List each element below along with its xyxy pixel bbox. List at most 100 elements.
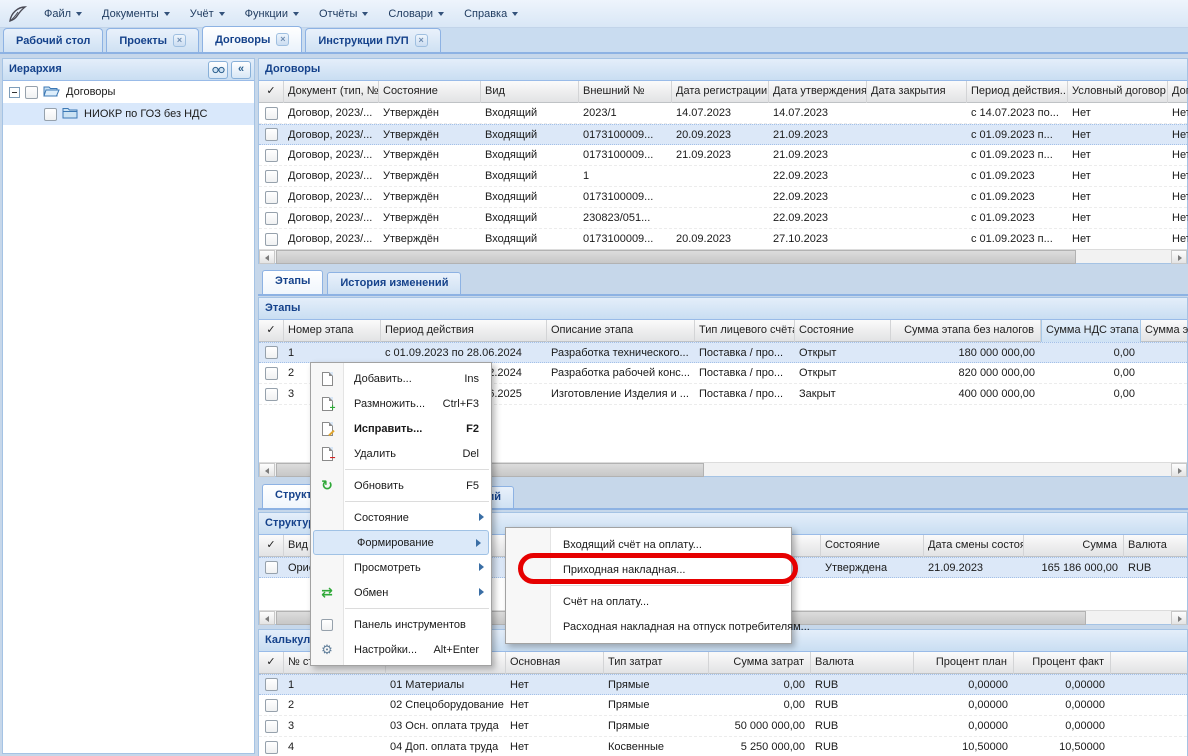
column-header[interactable]: Дог [1168,81,1188,103]
scroll-left-icon[interactable] [259,250,275,264]
menu-item-outgoing-note[interactable]: Расходная накладная на отпуск потребител… [506,614,791,639]
menubar-item[interactable]: Справка [454,4,528,24]
menubar-item[interactable]: Учёт [180,4,235,24]
row-checkbox[interactable] [265,678,278,691]
row-checkbox[interactable] [265,191,278,204]
row-checkbox[interactable] [265,561,278,574]
menubar-item[interactable]: Отчёты [309,4,378,24]
menu-item-state[interactable]: Состояние [311,505,491,530]
row-checkbox[interactable] [265,346,278,359]
row-checkbox[interactable] [265,170,278,183]
table-row[interactable]: 1с 01.09.2023 по 28.06.2024Разработка те… [259,342,1187,363]
row-checkbox[interactable] [265,212,278,225]
table-row[interactable]: Договор, 2023/...УтверждёнВходящий017310… [259,124,1187,145]
tab-Договоры[interactable]: Договоры× [202,26,302,52]
column-header[interactable]: Тип затрат [604,652,709,674]
scroll-right-icon[interactable] [1171,611,1187,625]
select-all-column-header[interactable]: ✓ [259,535,284,557]
menu-item-refresh[interactable]: ↻ Обновить F5 [311,473,491,498]
tree-item[interactable]: НИОКР по ГОЗ без НДС [3,103,254,125]
column-header[interactable]: Основная [506,652,604,674]
close-tab-icon[interactable]: × [276,33,289,46]
menu-item-toolbar-toggle[interactable]: Панель инструментов [311,612,491,637]
tree-item[interactable]: Договоры [3,81,254,103]
column-header[interactable]: Внешний № [579,81,672,103]
column-header[interactable]: Состояние [379,81,481,103]
menu-item-generate[interactable]: Формирование [313,530,489,555]
column-header[interactable]: Тип лицевого счёта [695,320,795,342]
row-checkbox[interactable] [265,149,278,162]
row-checkbox-cell[interactable] [259,558,284,577]
scroll-right-icon[interactable] [1171,250,1187,264]
table-row[interactable]: Договор, 2023/...УтверждёнВходящий2023/1… [259,103,1187,124]
column-header[interactable]: Период действия.. [967,81,1068,103]
table-row[interactable]: Договор, 2023/...УтверждёнВходящий017310… [259,145,1187,166]
tab-Проекты[interactable]: Проекты× [106,28,199,52]
column-header[interactable]: Валюта [811,652,914,674]
menubar-item[interactable]: Функции [235,4,309,24]
row-checkbox-cell[interactable] [259,737,284,756]
tab-Рабочий стол[interactable]: Рабочий стол [3,28,103,52]
close-tab-icon[interactable]: × [173,34,186,47]
column-header[interactable]: Процент план [914,652,1014,674]
column-header[interactable]: Номер этапа [284,320,381,342]
row-checkbox-cell[interactable] [259,145,284,165]
row-checkbox[interactable] [265,699,278,712]
column-header[interactable]: Состояние [795,320,891,342]
row-checkbox[interactable] [265,128,278,141]
table-row[interactable]: Договор, 2023/...УтверждёнВходящий017310… [259,187,1187,208]
menu-item-edit[interactable]: Исправить... F2 [311,416,491,441]
row-checkbox-cell[interactable] [259,343,284,362]
column-header[interactable]: Состояние [821,535,924,557]
scroll-left-icon[interactable] [259,611,275,625]
column-header[interactable]: Дата утверждения [769,81,867,103]
search-icon[interactable] [208,61,228,79]
menu-item-view[interactable]: Просмотреть [311,555,491,580]
column-header[interactable]: Сумма затрат [709,652,811,674]
column-header[interactable]: Процент факт [1014,652,1111,674]
menu-item-settings[interactable]: ⚙ Настройки... Alt+Enter [311,637,491,662]
menu-item-delete[interactable]: − Удалить Del [311,441,491,466]
column-header[interactable]: Документ (тип, № [284,81,379,103]
column-header[interactable]: Сумма эт [1141,320,1188,342]
column-header[interactable] [1111,652,1188,674]
row-checkbox[interactable] [265,107,278,120]
column-header[interactable]: Период действия [381,320,547,342]
row-checkbox[interactable] [265,741,278,754]
table-row[interactable]: 101 МатериалыНетПрямые0,00RUB0,000000,00… [259,674,1187,695]
tab-Инструкции ПУП[interactable]: Инструкции ПУП× [305,28,440,52]
row-checkbox-cell[interactable] [259,187,284,207]
table-row[interactable]: Договор, 2023/...УтверждёнВходящий230823… [259,208,1187,229]
tree-item-checkbox[interactable] [44,108,57,121]
column-header[interactable]: Сумма [1024,535,1124,557]
row-checkbox-cell[interactable] [259,363,284,383]
column-header[interactable]: Сумма этапа без налогов [891,320,1041,342]
close-tab-icon[interactable]: × [415,34,428,47]
subtab-Этапы[interactable]: Этапы [262,270,323,294]
contracts-horizontal-scrollbar[interactable] [259,249,1187,263]
scroll-right-icon[interactable] [1171,463,1187,477]
row-checkbox[interactable] [265,388,278,401]
column-header[interactable]: Вид [481,81,579,103]
row-checkbox-cell[interactable] [259,208,284,228]
toolbar-checkbox-icon[interactable] [319,617,335,633]
select-all-column-header[interactable]: ✓ [259,81,284,103]
table-row[interactable]: Договор, 2023/...УтверждёнВходящий122.09… [259,166,1187,187]
menu-item-duplicate[interactable]: + Размножить... Ctrl+F3 [311,391,491,416]
menubar-item[interactable]: Документы [92,4,180,24]
row-checkbox[interactable] [265,367,278,380]
row-checkbox-cell[interactable] [259,675,284,694]
menubar-item[interactable]: Файл [34,4,92,24]
row-checkbox-cell[interactable] [259,229,284,249]
scrollbar-thumb[interactable] [276,250,1076,264]
column-header[interactable]: Описание этапа [547,320,695,342]
column-header[interactable]: Дата закрытия [867,81,967,103]
menu-item-payment-invoice[interactable]: Счёт на оплату... [506,589,791,614]
row-checkbox-cell[interactable] [259,695,284,715]
tree-item-checkbox[interactable] [25,86,38,99]
column-header[interactable]: Условный договор [1068,81,1168,103]
table-row[interactable]: Договор, 2023/...УтверждёнВходящий017310… [259,229,1187,250]
select-all-column-header[interactable]: ✓ [259,652,284,674]
tree-collapse-icon[interactable] [9,87,20,98]
scroll-left-icon[interactable] [259,463,275,477]
